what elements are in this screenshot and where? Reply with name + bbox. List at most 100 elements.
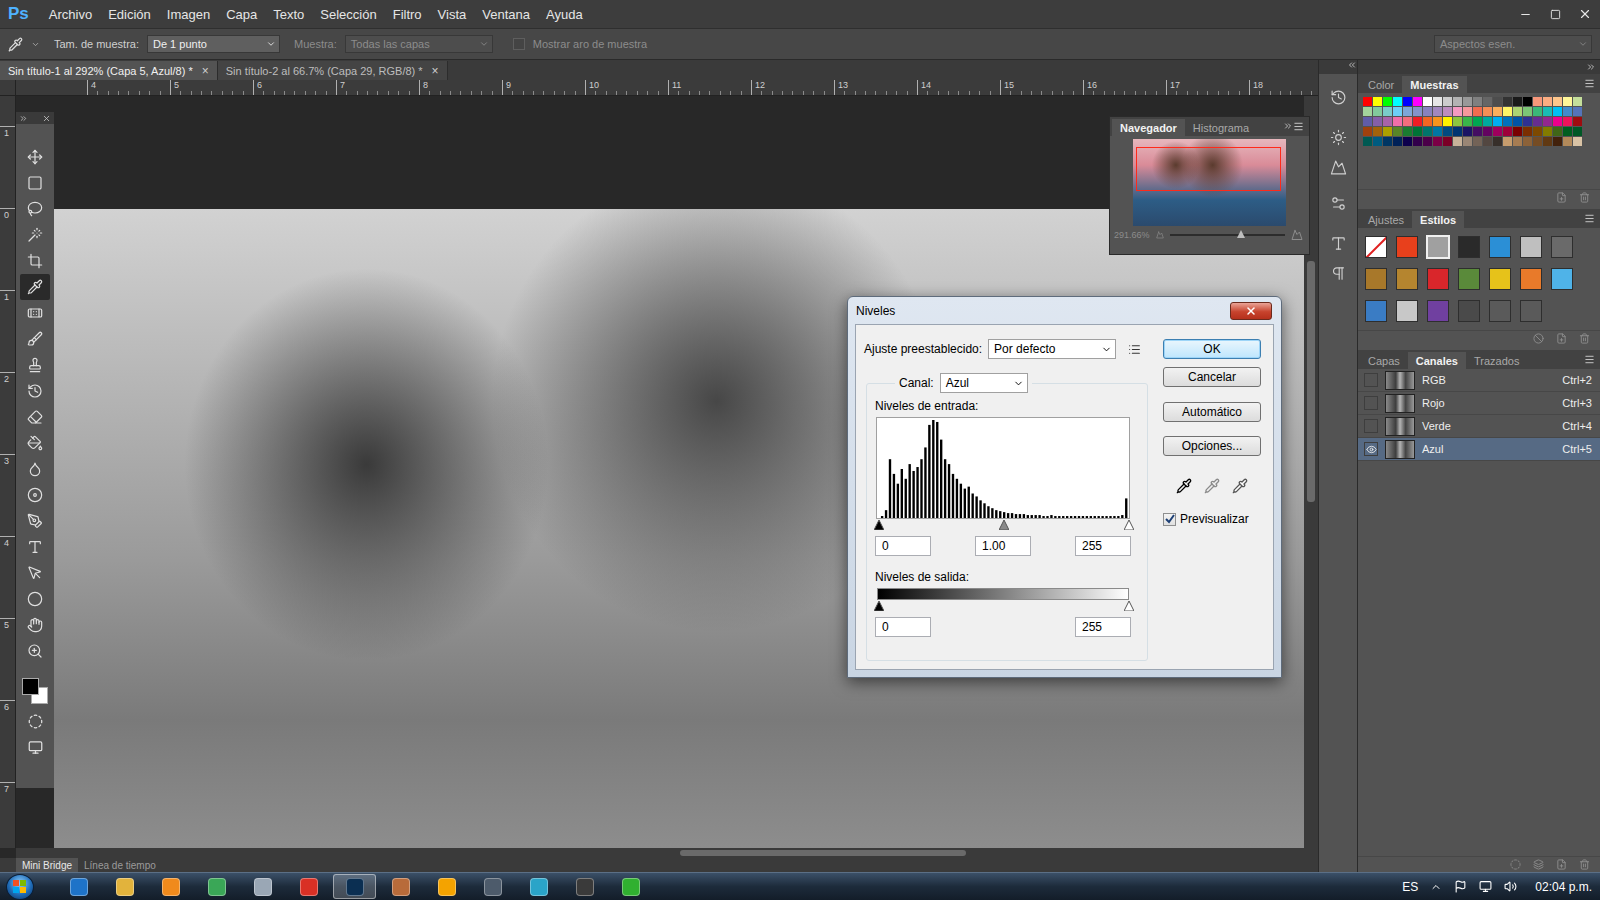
style-preset[interactable] (1520, 268, 1542, 290)
history-panel-button[interactable] (1323, 82, 1353, 112)
menu-item[interactable]: Selección (312, 7, 384, 22)
output-level-field[interactable]: 255 (1075, 617, 1131, 637)
preset-select[interactable]: Por defecto (988, 339, 1116, 359)
menu-item[interactable]: Filtro (385, 7, 430, 22)
swatch[interactable] (1373, 107, 1382, 116)
swatch[interactable] (1453, 137, 1462, 146)
swatch[interactable] (1483, 127, 1492, 136)
move-tool[interactable] (20, 144, 50, 170)
lasso-tool[interactable] (20, 196, 50, 222)
start-button[interactable] (6, 874, 34, 900)
eyedropper-tool[interactable] (20, 274, 50, 300)
swatch[interactable] (1553, 137, 1562, 146)
panel-tab[interactable]: Histograma (1185, 119, 1257, 136)
swatch[interactable] (1463, 137, 1472, 146)
adjust-panel-button[interactable] (1323, 188, 1353, 218)
zoom-value[interactable]: 291.66% (1114, 230, 1150, 240)
swatch[interactable] (1423, 137, 1432, 146)
panel-tab[interactable]: Navegador (1112, 119, 1185, 136)
tab-close-button[interactable]: × (432, 64, 439, 78)
swatch[interactable] (1363, 117, 1372, 126)
bottom-tab[interactable]: Línea de tiempo (78, 858, 162, 872)
swatch[interactable] (1573, 127, 1582, 136)
taskbar-app[interactable] (103, 874, 146, 899)
swatch[interactable] (1423, 97, 1432, 106)
dialog-button[interactable]: Cancelar (1163, 367, 1261, 387)
swatch[interactable] (1513, 127, 1522, 136)
swatch[interactable] (1553, 97, 1562, 106)
output-level-field[interactable]: 0 (875, 617, 931, 637)
swatch[interactable] (1523, 127, 1532, 136)
visibility-toggle[interactable] (1364, 373, 1378, 387)
paragraph-panel-button[interactable] (1323, 258, 1353, 288)
swatch[interactable] (1503, 107, 1512, 116)
style-preset[interactable] (1427, 300, 1449, 322)
clone-source-panel-button[interactable] (1323, 152, 1353, 182)
channel-row[interactable]: RGBCtrl+2 (1358, 369, 1600, 392)
taskbar-app[interactable] (425, 874, 468, 899)
style-preset[interactable] (1520, 300, 1542, 322)
style-preset[interactable] (1365, 300, 1387, 322)
swatch[interactable] (1363, 127, 1372, 136)
swatch[interactable] (1483, 97, 1492, 106)
taskbar-app[interactable] (563, 874, 606, 899)
swatch[interactable] (1393, 117, 1402, 126)
swatch[interactable] (1563, 107, 1572, 116)
swatch[interactable] (1423, 117, 1432, 126)
swatch[interactable] (1523, 137, 1532, 146)
swatch[interactable] (1363, 107, 1372, 116)
swatch[interactable] (1383, 137, 1392, 146)
swatch[interactable] (1503, 127, 1512, 136)
swatch[interactable] (1403, 97, 1412, 106)
swatch[interactable] (1543, 127, 1552, 136)
menu-item[interactable]: Capa (218, 7, 265, 22)
swatch[interactable] (1553, 127, 1562, 136)
crop-tool[interactable] (20, 248, 50, 274)
swatch[interactable] (1483, 117, 1492, 126)
swatch[interactable] (1383, 97, 1392, 106)
swatch[interactable] (1543, 107, 1552, 116)
type-tool[interactable] (20, 534, 50, 560)
style-preset[interactable] (1489, 236, 1511, 258)
foreground-color[interactable] (22, 678, 39, 695)
black-point-dropper[interactable] (1176, 478, 1192, 494)
panel-tab[interactable]: Capas (1360, 352, 1408, 369)
close-button[interactable] (1570, 0, 1600, 28)
swatch[interactable] (1563, 127, 1572, 136)
swatch[interactable] (1433, 117, 1442, 126)
gray-point-dropper[interactable] (1204, 478, 1220, 494)
swatch[interactable] (1443, 107, 1452, 116)
swatch[interactable] (1513, 117, 1522, 126)
swatch[interactable] (1573, 107, 1582, 116)
scroll-thumb[interactable] (680, 850, 966, 856)
taskbar-app[interactable] (241, 874, 284, 899)
menu-item[interactable]: Texto (265, 7, 312, 22)
horizontal-scrollbar[interactable] (16, 848, 1318, 858)
swatch[interactable] (1463, 127, 1472, 136)
swatch[interactable] (1493, 107, 1502, 116)
swatch[interactable] (1413, 117, 1422, 126)
color-selector[interactable] (20, 676, 50, 708)
slider-knob[interactable] (1237, 230, 1245, 238)
swatch[interactable] (1493, 97, 1502, 106)
swatch[interactable] (1403, 117, 1412, 126)
path-select-tool[interactable] (20, 560, 50, 586)
input-slider-handle[interactable] (1124, 520, 1134, 530)
swatch[interactable] (1383, 117, 1392, 126)
input-slider-handle[interactable] (999, 520, 1009, 530)
eraser-tool[interactable] (20, 404, 50, 430)
dialog-button[interactable]: Opciones... (1163, 436, 1261, 456)
taskbar-app[interactable] (609, 874, 652, 899)
zoom-tool[interactable] (20, 638, 50, 664)
swatch[interactable] (1563, 117, 1572, 126)
white-point-dropper[interactable] (1232, 478, 1248, 494)
swatch[interactable] (1473, 117, 1482, 126)
document-tab[interactable]: Sin título-1 al 292% (Capa 5, Azul/8) *× (0, 61, 218, 80)
swatch[interactable] (1423, 107, 1432, 116)
swatch[interactable] (1483, 137, 1492, 146)
swatch[interactable] (1423, 127, 1432, 136)
swatch[interactable] (1553, 107, 1562, 116)
sample-size-select[interactable]: De 1 punto (147, 35, 280, 53)
swatch[interactable] (1363, 97, 1372, 106)
history-brush-tool[interactable] (20, 378, 50, 404)
